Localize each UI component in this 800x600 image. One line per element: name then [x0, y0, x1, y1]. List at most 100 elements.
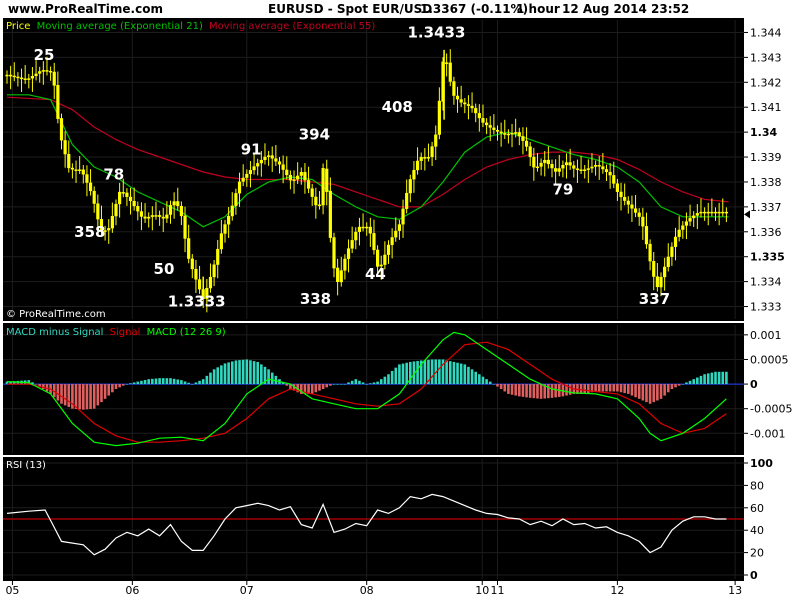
macd-hist-bar: [241, 359, 245, 385]
macd-hist-bar: [499, 384, 503, 389]
x-tick-label: 08: [360, 584, 374, 597]
macd-hist-bar: [510, 384, 514, 395]
macd-hist-bar: [514, 384, 517, 396]
candle-body: [703, 211, 707, 214]
candle-body: [655, 276, 659, 288]
macd-hist-bar: [245, 359, 249, 385]
macd-tick-label: -0.0005: [750, 403, 792, 416]
legend-rsi: RSI (13): [6, 460, 46, 471]
candle-body: [644, 226, 649, 245]
candle-body: [194, 268, 198, 280]
candle-body: [241, 177, 245, 182]
candle-body: [637, 212, 641, 217]
candle-body: [561, 165, 565, 169]
price-tick-label: 1.342: [750, 76, 782, 89]
macd-hist-bar: [383, 376, 387, 385]
price-annotation: 50: [154, 260, 175, 278]
candle-body: [317, 204, 322, 207]
price-annotation: 78: [103, 165, 124, 183]
macd-hist-bar: [42, 384, 45, 389]
candle-body: [332, 237, 336, 269]
candle-body: [16, 76, 20, 79]
macd-hist-bar: [492, 384, 496, 385]
macd-hist-bar: [612, 384, 616, 392]
candle-body: [663, 266, 667, 278]
candle-body: [165, 214, 169, 219]
price-tick-label: 1.334: [750, 276, 782, 289]
candle-body: [426, 157, 431, 159]
candle-body: [208, 276, 213, 289]
candle-body: [390, 237, 394, 245]
candle-body: [659, 276, 663, 288]
candle-body: [321, 168, 325, 206]
candle-body: [550, 164, 554, 169]
macd-hist-bar: [677, 384, 681, 386]
macd-hist-bar: [227, 362, 230, 385]
candle-body: [92, 190, 96, 204]
macd-hist-bar: [648, 384, 652, 404]
candle-body: [27, 78, 31, 80]
candle-body: [386, 244, 391, 255]
candle-body: [608, 171, 612, 176]
price-annotation: 44: [365, 265, 386, 283]
macd-hist-bar: [89, 384, 92, 410]
candle-body: [721, 211, 725, 214]
candle-body: [434, 134, 438, 147]
candle-body: [187, 238, 191, 259]
candle-body: [724, 211, 728, 214]
macd-hist-bar: [183, 381, 187, 385]
price-annotation: 337: [639, 290, 670, 308]
chart-datetime: 12 Aug 2014 23:52: [562, 2, 689, 16]
price-tick-label: 1.343: [750, 51, 782, 64]
candle-body: [121, 192, 125, 194]
candle-body: [477, 113, 481, 119]
candle-body: [470, 105, 474, 109]
candle-body: [524, 140, 529, 147]
candle-body: [361, 226, 365, 229]
candle-body: [314, 196, 318, 206]
macd-hist-bar: [721, 371, 725, 385]
macd-hist-bar: [310, 384, 314, 394]
macd-hist-bar: [416, 360, 419, 385]
candle-body: [579, 169, 583, 171]
candle-body: [368, 226, 372, 234]
macd-hist-bar: [329, 384, 332, 386]
candle-body: [216, 248, 220, 265]
macd-hist-bar: [474, 371, 477, 385]
macd-hist-bar: [532, 384, 536, 399]
macd-hist-bar: [674, 384, 677, 388]
candle-body: [557, 168, 561, 172]
macd-hist-bar: [187, 382, 190, 385]
macd-hist-bar: [107, 384, 111, 396]
candle-body: [168, 205, 173, 215]
macd-hist-bar: [118, 384, 121, 388]
candle-body: [586, 168, 590, 170]
candle-body: [528, 146, 532, 158]
candle-body: [230, 205, 234, 217]
macd-hist-bar: [717, 371, 721, 385]
candle-body: [172, 201, 176, 206]
candle-body: [306, 180, 311, 189]
candle-body: [615, 183, 619, 192]
macd-hist-bar: [125, 384, 129, 385]
macd-hist-bar: [583, 384, 586, 394]
macd-hist-bar: [579, 384, 583, 394]
candle-body: [303, 172, 307, 181]
macd-hist-bar: [63, 384, 67, 406]
candle-body: [183, 215, 187, 239]
candle-body: [383, 254, 387, 265]
candle-body: [684, 221, 689, 226]
macd-hist-bar: [274, 375, 278, 385]
candle-body: [343, 258, 347, 271]
candle-body: [63, 140, 67, 155]
macd-hist-bar: [688, 380, 692, 385]
macd-hist-bar: [714, 371, 717, 385]
macd-hist-bar: [339, 384, 343, 385]
candle-body: [376, 249, 380, 267]
candle-body: [572, 165, 576, 169]
macd-hist-bar: [470, 369, 474, 385]
candle-body: [176, 201, 180, 207]
macd-hist-bar: [67, 384, 71, 408]
macd-hist-bar: [528, 384, 532, 398]
macd-hist-bar: [82, 384, 85, 410]
